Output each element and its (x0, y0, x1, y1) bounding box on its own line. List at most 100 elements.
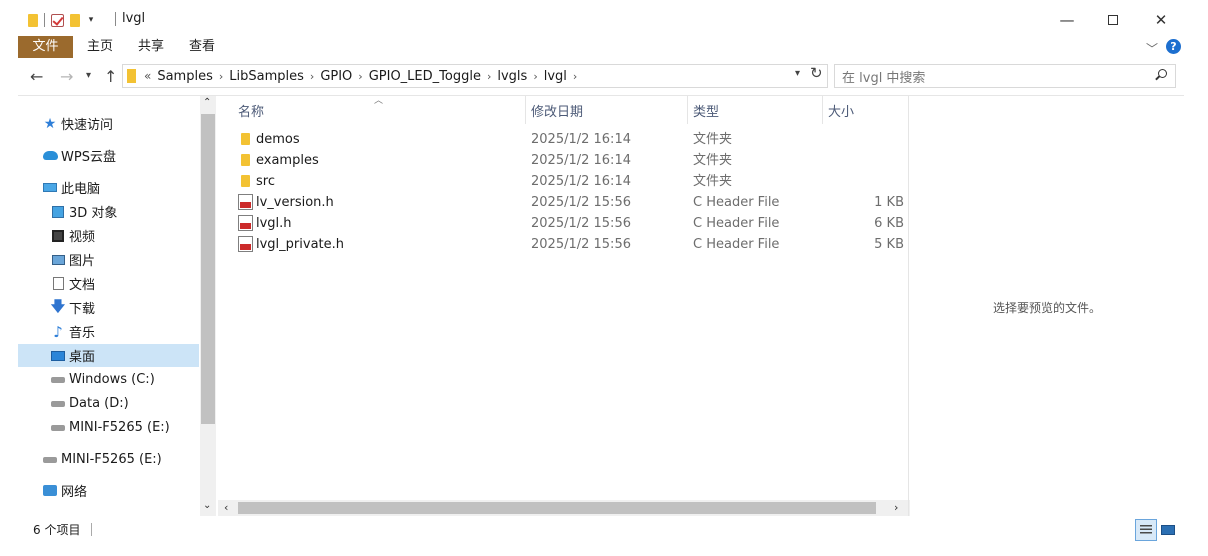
sidebar-item-label: MINI-F5265 (E:) (69, 420, 170, 435)
scrollbar-thumb[interactable] (238, 502, 876, 514)
large-icons-view-button[interactable] (1160, 523, 1175, 536)
up-button[interactable]: ↑ (104, 67, 117, 86)
file-type: C Header File (693, 195, 780, 210)
breadcrumb-chevron-icon[interactable]: › (310, 70, 314, 83)
file-date: 2025/1/2 16:14 (531, 153, 631, 168)
refresh-icon[interactable]: ↻ (810, 64, 823, 82)
forward-button[interactable]: → (60, 67, 73, 86)
sidebar-item-mini-f5265-e-root[interactable]: MINI-F5265 (E:) (18, 448, 199, 471)
breadcrumb-item[interactable]: lvgls (497, 69, 527, 84)
file-size (816, 129, 904, 150)
folder-icon (241, 154, 250, 166)
properties-check-icon[interactable] (51, 13, 64, 27)
sidebar-item-network[interactable]: 网络 (18, 479, 199, 502)
scrollbar-thumb[interactable] (201, 114, 215, 424)
breadcrumb-chevron-icon[interactable]: › (487, 70, 491, 83)
file-row[interactable]: lvgl.h 2025/1/2 15:56 C Header File 6 KB (236, 213, 906, 234)
column-divider[interactable] (687, 96, 688, 124)
close-button[interactable]: ✕ (1138, 6, 1184, 34)
star-icon: ★ (43, 115, 57, 132)
folder-icon (127, 69, 136, 83)
file-size: 6 KB (874, 216, 904, 231)
file-row[interactable]: examples 2025/1/2 16:14 文件夹 (236, 150, 906, 171)
navigation-pane-scrollbar[interactable]: ⌃ ⌄ (200, 96, 216, 516)
scroll-down-chevron-icon[interactable]: ⌄ (203, 500, 211, 511)
details-view-icon (1140, 525, 1152, 535)
sidebar-item-desktop[interactable]: 桌面 (18, 344, 199, 367)
breadcrumb-overflow[interactable]: « (144, 69, 151, 83)
sidebar-item-label: Data (D:) (69, 396, 129, 411)
minimize-button[interactable]: — (1044, 6, 1090, 34)
breadcrumb-item[interactable]: GPIO_LED_Toggle (369, 69, 481, 84)
drive-icon (50, 373, 66, 387)
maximize-button[interactable] (1090, 6, 1136, 34)
file-type: 文件夹 (693, 174, 733, 189)
preview-pane-divider[interactable] (908, 96, 909, 516)
sidebar-item-3d-objects[interactable]: 3D 对象 (18, 200, 199, 223)
scroll-right-chevron-icon[interactable]: › (894, 501, 898, 514)
column-header-name[interactable]: 名称 (238, 102, 264, 124)
column-divider[interactable] (822, 96, 823, 124)
sidebar-item-label: 3D 对象 (69, 206, 118, 221)
sidebar-item-pictures[interactable]: 图片 (18, 248, 199, 271)
tab-home[interactable]: 主页 (87, 36, 113, 58)
tab-view[interactable]: 查看 (189, 36, 215, 58)
search-icon[interactable] (1155, 69, 1167, 81)
sort-ascending-icon: ︿ (374, 96, 384, 106)
sidebar-item-windows-c[interactable]: Windows (C:) (18, 368, 199, 391)
sidebar-item-downloads[interactable]: 🡇 下载 (18, 296, 199, 319)
file-row[interactable]: src 2025/1/2 16:14 文件夹 (236, 171, 906, 192)
file-name: lvgl.h (256, 216, 292, 231)
file-row[interactable]: lvgl_private.h 2025/1/2 15:56 C Header F… (236, 234, 906, 255)
sidebar-item-this-pc[interactable]: 此电脑 (18, 176, 199, 199)
sidebar-item-documents[interactable]: 文档 (18, 272, 199, 295)
file-type: C Header File (693, 216, 780, 231)
sidebar-item-data-d[interactable]: Data (D:) (18, 392, 199, 415)
file-type: 文件夹 (693, 132, 733, 147)
documents-icon (50, 277, 66, 291)
tab-file[interactable]: 文件 (18, 36, 73, 58)
address-history-dropdown-icon[interactable]: ▾ (795, 68, 800, 79)
column-header-date[interactable]: 修改日期 (531, 102, 583, 124)
file-row[interactable]: lv_version.h 2025/1/2 15:56 C Header Fil… (236, 192, 906, 213)
address-bar[interactable]: « Samples › LibSamples › GPIO › GPIO_LED… (122, 64, 828, 88)
breadcrumb-chevron-icon[interactable]: › (573, 70, 577, 83)
scroll-left-chevron-icon[interactable]: ‹ (224, 501, 228, 514)
breadcrumb-item[interactable]: Samples (157, 69, 213, 84)
column-divider[interactable] (525, 96, 526, 124)
breadcrumb-chevron-icon[interactable]: › (358, 70, 362, 83)
sidebar-item-quick-access[interactable]: ★ 快速访问 (18, 112, 199, 135)
details-view-button[interactable] (1135, 519, 1157, 541)
file-name: src (256, 174, 275, 189)
scroll-up-chevron-icon[interactable]: ⌃ (203, 97, 211, 108)
file-date: 2025/1/2 15:56 (531, 195, 631, 210)
network-icon (42, 484, 58, 498)
customize-toolbar-icon[interactable]: ▾ (86, 15, 96, 25)
window-title: lvgl (122, 11, 146, 26)
breadcrumb-item[interactable]: LibSamples (229, 69, 304, 84)
new-folder-icon[interactable] (70, 13, 80, 27)
file-row[interactable]: demos 2025/1/2 16:14 文件夹 (236, 129, 906, 150)
breadcrumb-item[interactable]: lvgl (544, 69, 567, 84)
file-size: 1 KB (874, 195, 904, 210)
search-input[interactable]: 在 lvgl 中搜索 (834, 64, 1176, 88)
breadcrumb-item[interactable]: GPIO (320, 69, 352, 84)
sidebar-item-label: 下载 (69, 302, 96, 317)
back-button[interactable]: ← (30, 67, 43, 86)
status-bar: 6 个项目 (0, 516, 1208, 556)
sidebar-item-videos[interactable]: 视频 (18, 224, 199, 247)
sidebar-item-wps-cloud[interactable]: WPS云盘 (18, 144, 199, 167)
breadcrumb-chevron-icon[interactable]: › (533, 70, 537, 83)
expand-ribbon-chevron-icon[interactable]: ﹀ (1146, 40, 1158, 57)
breadcrumb-chevron-icon[interactable]: › (219, 70, 223, 83)
sidebar-item-mini-f5265-e[interactable]: MINI-F5265 (E:) (18, 416, 199, 439)
column-header-type[interactable]: 类型 (693, 102, 719, 124)
file-list-horizontal-scrollbar[interactable]: ‹ › (218, 500, 910, 516)
recent-locations-chevron-icon[interactable]: ▾ (86, 70, 91, 81)
title-bar: ▾ lvgl — ✕ (0, 0, 1208, 38)
help-icon[interactable]: ? (1166, 39, 1181, 54)
tab-share[interactable]: 共享 (138, 36, 164, 58)
sidebar-item-music[interactable]: ♪ 音乐 (18, 320, 199, 343)
column-header-size[interactable]: 大小 (828, 102, 854, 124)
pictures-icon (50, 253, 66, 267)
